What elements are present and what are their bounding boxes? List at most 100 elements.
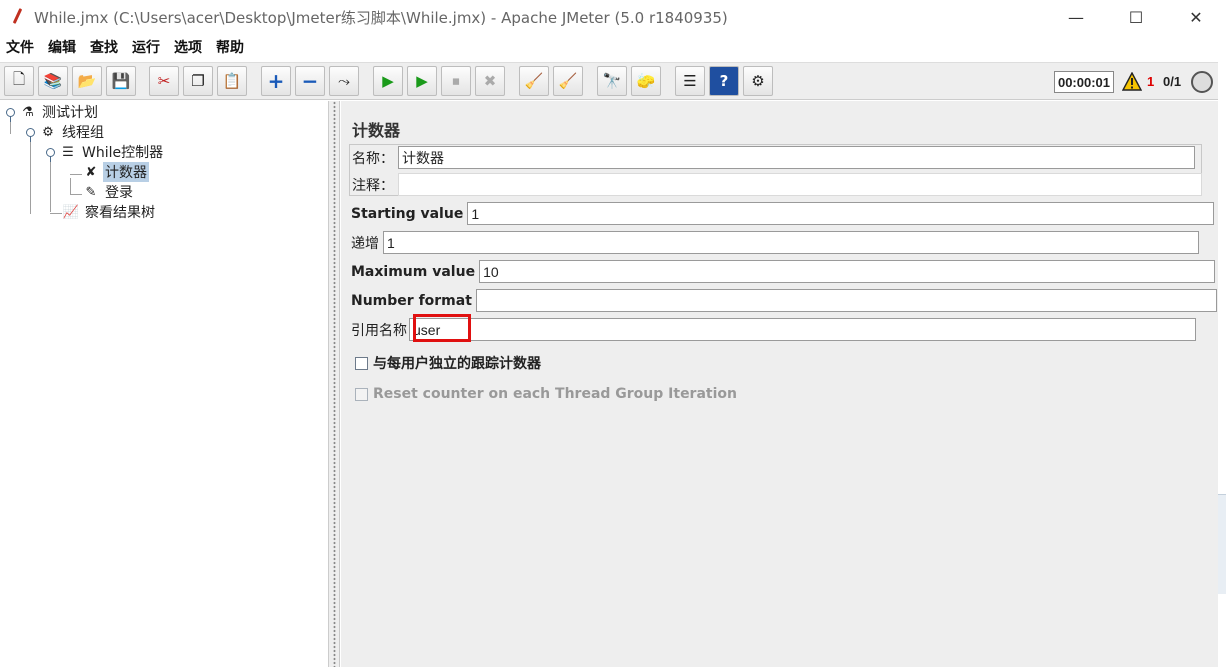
toggle-button[interactable]: ⤳: [329, 66, 359, 96]
tree-label: 察看结果树: [85, 205, 155, 221]
flask-icon: ⚗: [22, 104, 34, 120]
reset-counter-option: Reset counter on each Thread Group Itera…: [355, 386, 737, 402]
menu-help[interactable]: 帮助: [216, 37, 244, 57]
expand-icon: +: [267, 69, 285, 93]
save-icon: 💾: [111, 72, 131, 90]
reset-search-button[interactable]: 🧽: [631, 66, 661, 96]
per-user-checkbox[interactable]: [355, 356, 368, 370]
new-button[interactable]: 🗋: [4, 66, 34, 96]
search-button[interactable]: 🔭: [597, 66, 627, 96]
comment-row: 注释：: [352, 173, 1202, 196]
stop-icon: ⏹: [452, 72, 460, 90]
clear-icon: 🧹: [524, 72, 544, 90]
chart-icon: 📈: [62, 204, 80, 220]
tree-node-login[interactable]: ✎ 登录: [82, 182, 135, 202]
starting-value-label: Starting value: [351, 205, 464, 222]
tree-node-thread-group[interactable]: ⚙ 线程组: [26, 122, 106, 142]
close-button[interactable]: ✕: [1166, 0, 1226, 34]
number-format-field[interactable]: [475, 289, 1217, 312]
maximize-button[interactable]: ☐: [1106, 0, 1166, 34]
starting-value-row: Starting value 1: [351, 202, 1215, 225]
reference-name-field[interactable]: user: [409, 318, 1196, 341]
per-user-counter-option[interactable]: 与每用户独立的跟踪计数器: [355, 353, 541, 373]
help-icon: ?: [719, 72, 729, 90]
wrench-icon: ✘: [85, 164, 97, 180]
gear-icon: ⚙: [42, 124, 54, 140]
help-button[interactable]: ?: [709, 66, 739, 96]
tree-node-result-tree[interactable]: 📈 察看结果树: [62, 202, 157, 222]
function-helper-icon: ☰: [683, 72, 697, 90]
maximum-value-row: Maximum value 10: [351, 260, 1216, 283]
toggle-icon: ⤳: [337, 72, 350, 90]
warning-icon[interactable]: [1122, 72, 1142, 92]
tree-node-test-plan[interactable]: ⚗ 测试计划: [6, 102, 100, 122]
tree-label: 计数器: [103, 162, 149, 182]
sampler-pen-icon: ✎: [85, 184, 97, 200]
reset-counter-label: Reset counter on each Thread Group Itera…: [373, 386, 737, 402]
active-threads: 0/1: [1163, 74, 1182, 89]
clear-all-icon: 🧹: [558, 72, 578, 90]
comment-field[interactable]: [398, 173, 1202, 196]
logger-icon: ⚙: [751, 72, 765, 90]
start-button[interactable]: ▶: [373, 66, 403, 96]
reference-name-label: 引用名称: [351, 322, 407, 339]
reference-name-row: 引用名称 user: [351, 318, 1196, 341]
templates-button[interactable]: 📚: [38, 66, 68, 96]
expand-button[interactable]: +: [261, 66, 291, 96]
function-helper-button[interactable]: ☰: [675, 66, 705, 96]
increment-field[interactable]: 1: [383, 231, 1199, 254]
cut-icon: ✂: [157, 72, 171, 90]
copy-icon: ❐: [191, 72, 205, 90]
number-format-label: Number format: [351, 292, 472, 309]
start-no-pause-icon: ▶: [416, 72, 428, 90]
elapsed-timer: 00:00:01: [1054, 71, 1114, 93]
reset-search-icon: 🧽: [636, 72, 656, 90]
expand-handle-icon[interactable]: [46, 147, 55, 162]
stop-button[interactable]: ⏹: [441, 66, 471, 96]
starting-value-field[interactable]: 1: [467, 202, 1215, 225]
menu-run[interactable]: 运行: [132, 37, 160, 57]
start-icon: ▶: [382, 72, 394, 90]
remote-status-icon: [1191, 71, 1213, 93]
shutdown-icon: ✖: [483, 72, 497, 90]
number-format-row: Number format: [351, 289, 1217, 312]
expand-handle-icon[interactable]: [6, 107, 15, 122]
increment-row: 递增 1: [351, 231, 1199, 254]
logger-button[interactable]: ⚙: [743, 66, 773, 96]
maximum-value-label: Maximum value: [351, 263, 476, 280]
save-button[interactable]: 💾: [106, 66, 136, 96]
clear-button[interactable]: 🧹: [519, 66, 549, 96]
paste-button[interactable]: 📋: [217, 66, 247, 96]
collapse-icon: −: [301, 69, 319, 93]
templates-icon: 📚: [43, 72, 63, 90]
menu-search[interactable]: 查找: [90, 37, 118, 57]
start-no-pause-button[interactable]: ▶: [407, 66, 437, 96]
title-bar: While.jmx (C:\Users\acer\Desktop\Jmeter练…: [0, 0, 1226, 34]
search-icon: 🔭: [602, 72, 622, 90]
panel-title: 计数器: [352, 121, 401, 140]
shutdown-button[interactable]: ✖: [475, 66, 505, 96]
expand-handle-icon[interactable]: [26, 127, 35, 142]
cut-button[interactable]: ✂: [149, 66, 179, 96]
tree-node-counter[interactable]: ✘ 计数器: [82, 162, 149, 182]
new-icon: 🗋: [12, 69, 26, 88]
controller-icon: ☰: [62, 144, 74, 160]
collapse-button[interactable]: −: [295, 66, 325, 96]
name-row: 名称： 计数器: [352, 146, 1195, 169]
warning-count: 1: [1147, 74, 1155, 89]
menu-options[interactable]: 选项: [174, 37, 202, 57]
maximum-value-field[interactable]: 10: [479, 260, 1216, 283]
copy-button[interactable]: ❐: [183, 66, 213, 96]
name-field[interactable]: 计数器: [398, 146, 1195, 169]
open-button[interactable]: 📂: [72, 66, 102, 96]
menu-edit[interactable]: 编辑: [48, 37, 76, 57]
clear-all-button[interactable]: 🧹: [553, 66, 583, 96]
name-label: 名称：: [352, 150, 394, 167]
open-icon: 📂: [77, 72, 97, 90]
menu-file[interactable]: 文件: [6, 37, 34, 57]
annotation-highlight-box: [413, 314, 471, 342]
minimize-button[interactable]: —: [1046, 0, 1106, 34]
tree-label: 登录: [105, 185, 133, 201]
tree-label: 线程组: [62, 125, 104, 141]
tree-node-while-controller[interactable]: ☰ While控制器: [46, 142, 165, 162]
